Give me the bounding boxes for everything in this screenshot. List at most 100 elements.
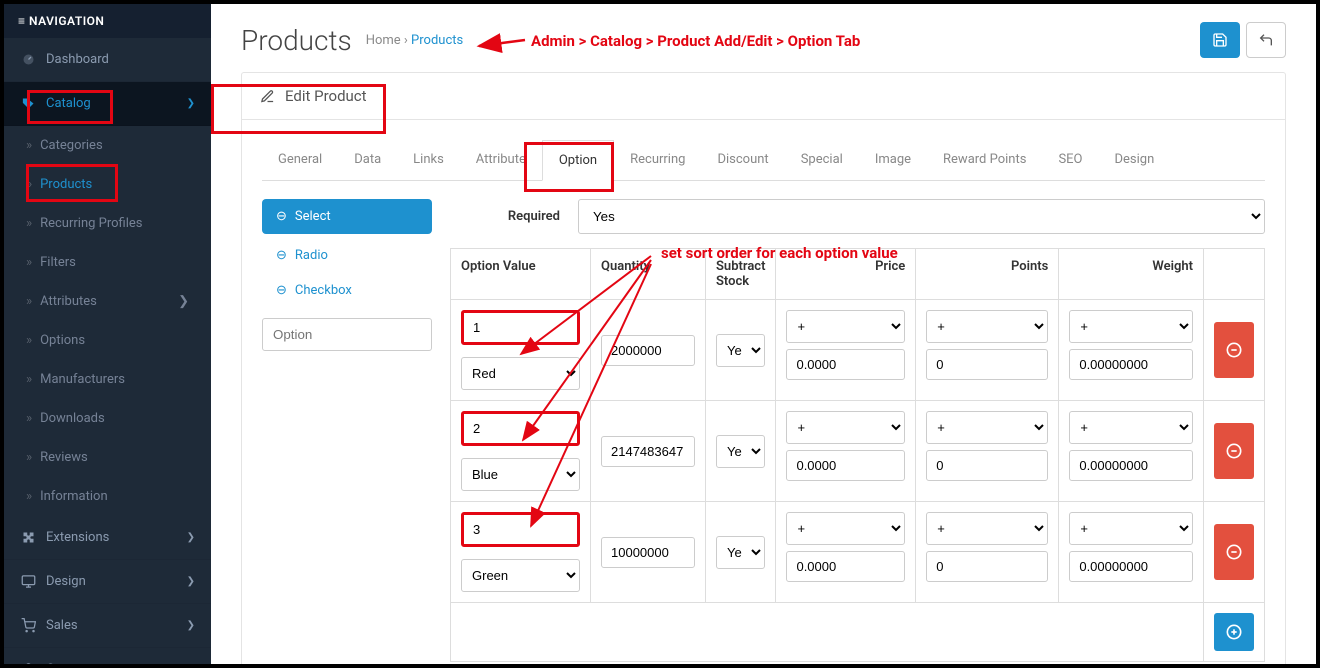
tab-attribute[interactable]: Attribute — [460, 140, 542, 180]
option-value-select[interactable]: Green — [461, 559, 580, 592]
weight-prefix-select[interactable]: + — [1069, 411, 1193, 444]
sidebar-sub-reviews[interactable]: Reviews — [4, 438, 211, 477]
tab-option[interactable]: Option — [542, 140, 614, 181]
price-input[interactable] — [786, 551, 905, 582]
quantity-input[interactable] — [601, 436, 695, 467]
sidebar-item-sales[interactable]: Sales❯ — [4, 604, 211, 648]
sort-order-input[interactable] — [461, 411, 580, 446]
pencil-icon — [260, 89, 275, 104]
remove-option-value-button[interactable] — [1214, 423, 1254, 479]
price-input[interactable] — [786, 349, 905, 380]
price-prefix-select[interactable]: + — [786, 512, 905, 545]
tab-general[interactable]: General — [262, 140, 338, 180]
price-input[interactable] — [786, 450, 905, 481]
cart-icon — [20, 618, 36, 633]
sidebar-item-catalog[interactable]: Catalog❯ — [4, 82, 211, 126]
sidebar-sub-categories[interactable]: Categories — [4, 126, 211, 165]
minus-circle-icon — [1226, 544, 1242, 560]
subtract-select[interactable]: Yes — [716, 435, 765, 468]
save-button[interactable] — [1200, 22, 1240, 58]
option-checkbox-link[interactable]: ⊖ Checkbox — [262, 273, 432, 308]
puzzle-icon — [20, 530, 36, 545]
tab-links[interactable]: Links — [397, 140, 460, 180]
sidebar-item-dashboard[interactable]: Dashboard — [4, 38, 211, 82]
sidebar-sub-downloads[interactable]: Downloads — [4, 399, 211, 438]
sidebar-sub-attributes[interactable]: Attributes❯ — [4, 282, 211, 321]
minus-circle-icon: ⊖ — [276, 248, 287, 263]
points-prefix-select[interactable]: + — [926, 411, 1048, 444]
breadcrumb-home[interactable]: Home — [366, 33, 401, 48]
sidebar-sub-information[interactable]: Information — [4, 477, 211, 516]
quantity-input[interactable] — [601, 335, 695, 366]
chevron-right-icon: ❯ — [187, 620, 195, 631]
price-prefix-select[interactable]: + — [786, 411, 905, 444]
tab-image[interactable]: Image — [859, 140, 927, 180]
sort-order-input[interactable] — [461, 512, 580, 547]
save-icon — [1212, 32, 1228, 48]
user-icon — [20, 662, 36, 664]
tab-special[interactable]: Special — [785, 140, 859, 180]
sidebar-sub-filters[interactable]: Filters — [4, 243, 211, 282]
points-input[interactable] — [926, 551, 1048, 582]
option-value-row: Green Yes + + + — [451, 502, 1265, 603]
col-points: Points — [916, 249, 1059, 300]
weight-prefix-select[interactable]: + — [1069, 310, 1193, 343]
sidebar-item-design[interactable]: Design❯ — [4, 560, 211, 604]
chevron-right-icon: ❯ — [187, 98, 195, 109]
tab-design[interactable]: Design — [1099, 140, 1171, 180]
weight-input[interactable] — [1069, 349, 1193, 380]
tab-reward-points[interactable]: Reward Points — [927, 140, 1042, 180]
sidebar-sub-products[interactable]: Products — [4, 165, 211, 204]
tab-discount[interactable]: Discount — [701, 140, 784, 180]
option-sidebar: ⊖ Select ⊖ Radio ⊖ Checkbox — [262, 199, 432, 662]
price-prefix-select[interactable]: + — [786, 310, 905, 343]
sidebar-item-extensions[interactable]: Extensions❯ — [4, 516, 211, 560]
weight-input[interactable] — [1069, 450, 1193, 481]
sidebar-item-customers[interactable]: Customers❯ — [4, 648, 211, 664]
chevron-right-icon: ❯ — [187, 532, 195, 543]
required-label: Required — [450, 209, 560, 224]
dashboard-icon — [20, 52, 36, 67]
sidebar-sub-options[interactable]: Options — [4, 321, 211, 360]
weight-input[interactable] — [1069, 551, 1193, 582]
option-select-pill[interactable]: ⊖ Select — [262, 199, 432, 234]
option-autocomplete-input[interactable] — [262, 318, 432, 351]
points-input[interactable] — [926, 349, 1048, 380]
tab-data[interactable]: Data — [338, 140, 397, 180]
points-input[interactable] — [926, 450, 1048, 481]
required-select[interactable]: Yes — [578, 199, 1265, 234]
subtract-select[interactable]: Yes — [716, 536, 765, 569]
points-prefix-select[interactable]: + — [926, 512, 1048, 545]
add-option-value-button[interactable] — [1214, 613, 1254, 651]
subtract-select[interactable]: Yes — [716, 334, 765, 367]
tab-recurring[interactable]: Recurring — [614, 140, 701, 180]
option-radio-link[interactable]: ⊖ Radio — [262, 238, 432, 273]
back-button[interactable] — [1246, 22, 1286, 58]
sidebar-sub-recurring-profiles[interactable]: Recurring Profiles — [4, 204, 211, 243]
quantity-input[interactable] — [601, 537, 695, 568]
panel-heading: Edit Product — [242, 73, 1285, 120]
reply-icon — [1258, 32, 1274, 48]
option-value-select[interactable]: Red — [461, 357, 580, 390]
plus-circle-icon — [1226, 624, 1242, 640]
monitor-icon — [20, 574, 36, 589]
col-quantity: Quantity — [591, 249, 706, 300]
breadcrumb: Home › Products — [366, 33, 464, 48]
weight-prefix-select[interactable]: + — [1069, 512, 1193, 545]
main-content: Products Home › Products Edit Product — [211, 4, 1316, 664]
chevron-right-icon: ❯ — [187, 576, 195, 587]
tab-seo[interactable]: SEO — [1042, 140, 1098, 180]
page-header: Products Home › Products — [241, 4, 1286, 72]
col-option-value: Option Value — [451, 249, 591, 300]
sort-order-input[interactable] — [461, 310, 580, 345]
remove-option-value-button[interactable] — [1214, 524, 1254, 580]
sidebar-sub-manufacturers[interactable]: Manufacturers — [4, 360, 211, 399]
minus-circle-icon — [1226, 443, 1242, 459]
remove-option-value-button[interactable] — [1214, 322, 1254, 378]
points-prefix-select[interactable]: + — [926, 310, 1048, 343]
option-value-select[interactable]: Blue — [461, 458, 580, 491]
minus-circle-icon: ⊖ — [276, 283, 287, 298]
edit-product-panel: Edit Product GeneralDataLinksAttributeOp… — [241, 72, 1286, 664]
breadcrumb-products[interactable]: Products — [411, 33, 463, 48]
chevron-right-icon: ❯ — [178, 294, 189, 309]
